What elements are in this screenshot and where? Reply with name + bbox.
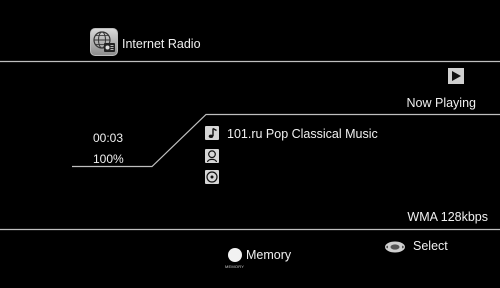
audio-format: WMA 128kbps [407,210,488,224]
album-disc-icon [205,170,219,184]
song-title: 101.ru Pop Classical Music [227,127,378,141]
now-playing-screen: Internet Radio Now Playing 00:03 100% 10… [0,0,500,288]
internet-radio-icon [90,28,118,56]
select-label: Select [413,239,448,253]
memory-button-caption: MEMORY [225,264,245,269]
play-icon [448,68,464,84]
volume-level: 100% [93,152,124,166]
source-title: Internet Radio [122,37,201,51]
artist-icon [205,149,219,163]
music-note-icon [205,126,219,140]
memory-button-icon[interactable] [228,248,242,262]
elapsed-time: 00:03 [93,131,124,145]
cursor-select-icon [385,241,405,253]
select-hint: Select [383,238,473,256]
memory-label: Memory [246,248,292,262]
playback-status: Now Playing [406,96,476,110]
memory-button[interactable]: MEMORY Memory [225,246,315,276]
